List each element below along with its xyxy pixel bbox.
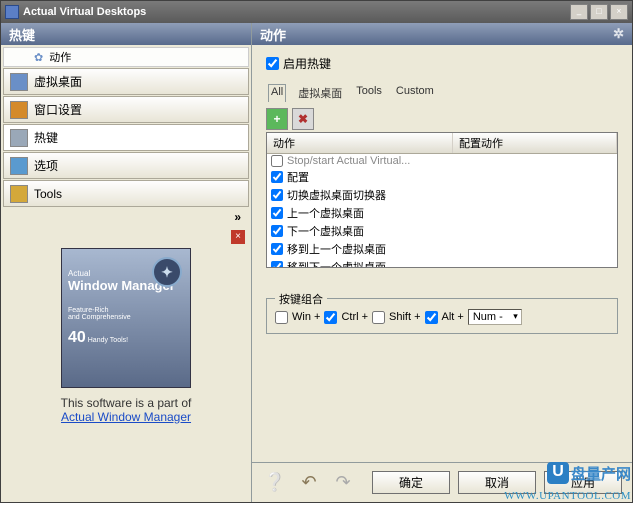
window-icon <box>10 101 28 119</box>
promo-link[interactable]: Actual Window Manager <box>61 410 191 424</box>
product-logo-icon: ✦ <box>152 257 182 287</box>
row-checkbox[interactable] <box>271 171 283 183</box>
window-title: Actual Virtual Desktops <box>23 6 146 18</box>
nav-sub-action[interactable]: ✿ 动作 <box>3 47 249 67</box>
win-checkbox[interactable] <box>275 311 288 324</box>
tab-virtual-desktop[interactable]: 虚拟桌面 <box>296 84 344 102</box>
table-toolbar: + ✖ <box>266 106 618 132</box>
close-button[interactable]: × <box>610 4 628 20</box>
row-checkbox[interactable] <box>271 189 283 201</box>
nav-label: 选项 <box>34 157 58 174</box>
row-checkbox[interactable] <box>271 261 283 268</box>
ctrl-checkbox[interactable] <box>324 311 337 324</box>
nav-label: Tools <box>34 187 62 201</box>
undo-icon[interactable]: ↶ <box>296 470 322 496</box>
shift-checkbox[interactable] <box>372 311 385 324</box>
table-row[interactable]: 移到上一个虚拟桌面 <box>267 240 617 258</box>
filter-tabs: All 虚拟桌面 Tools Custom <box>266 84 618 102</box>
table-row[interactable]: 移到下一个虚拟桌面 <box>267 258 617 268</box>
left-header: 热键 <box>1 23 251 45</box>
desktop-icon <box>10 73 28 91</box>
nav-item-tools[interactable]: Tools <box>3 180 249 207</box>
win-label: Win + <box>292 311 320 323</box>
row-label: 移到下一个虚拟桌面 <box>287 259 386 268</box>
watermark-url: WWW.UPANTOOL.COM <box>504 490 631 502</box>
ctrl-label: Ctrl + <box>341 311 368 323</box>
redo-icon[interactable]: ↷ <box>330 470 356 496</box>
table-row[interactable]: 配置 <box>267 168 617 186</box>
right-header: 动作 ✲ <box>252 23 632 45</box>
table-row[interactable]: 切换虚拟桌面切换器 <box>267 186 617 204</box>
help-icon[interactable]: ❔ <box>262 470 288 496</box>
watermark-text: 盘量产网 <box>571 463 631 484</box>
promo-num: 40 <box>68 329 86 346</box>
shift-label: Shift + <box>389 311 421 323</box>
table-body: Stop/start Actual Virtual... 配置切换虚拟桌面切换器上… <box>267 154 617 268</box>
row-label: 上一个虚拟桌面 <box>287 205 364 221</box>
app-window: Actual Virtual Desktops _ □ × 热键 ✿ 动作 虚拟… <box>0 0 633 503</box>
hotkey-icon <box>10 129 28 147</box>
right-header-title: 动作 <box>260 25 286 44</box>
table-row[interactable]: 下一个虚拟桌面 <box>267 222 617 240</box>
promo-tag: and Comprehensive <box>68 314 131 321</box>
row-label: 配置 <box>287 169 309 185</box>
left-panel: 热键 ✿ 动作 虚拟桌面 窗口设置 热键 选项 Tools » × ✦ Actu… <box>1 23 252 502</box>
watermark-logo-icon: U <box>547 462 569 484</box>
nav-label: 窗口设置 <box>34 101 82 118</box>
num-select[interactable]: Num - <box>468 309 522 325</box>
right-panel: 动作 ✲ 启用热键 All 虚拟桌面 Tools Custom + ✖ <box>252 23 632 502</box>
maximize-button[interactable]: □ <box>590 4 608 20</box>
nav-item-hotkeys[interactable]: 热键 <box>3 124 249 151</box>
col-config[interactable]: 配置动作 <box>453 133 617 153</box>
row-checkbox[interactable] <box>271 207 283 219</box>
col-action[interactable]: 动作 <box>267 133 453 153</box>
row-label: Stop/start Actual Virtual... <box>287 155 410 167</box>
row-label: 移到上一个虚拟桌面 <box>287 241 386 257</box>
promo-tag: Feature-Rich <box>68 307 108 314</box>
row-label: 切换虚拟桌面切换器 <box>287 187 386 203</box>
alt-checkbox[interactable] <box>425 311 438 324</box>
enable-hotkey-label: 启用热键 <box>283 55 331 72</box>
table-header: 动作 配置动作 <box>267 133 617 154</box>
enable-hotkey-input[interactable] <box>266 57 279 70</box>
nav-label: 虚拟桌面 <box>34 73 82 90</box>
promo-tag: Handy Tools! <box>88 337 128 344</box>
tab-custom[interactable]: Custom <box>394 84 436 102</box>
nav-sub-label: 动作 <box>49 49 71 65</box>
action-icon: ✿ <box>34 51 43 64</box>
titlebar[interactable]: Actual Virtual Desktops _ □ × <box>1 1 632 23</box>
nav-item-window-settings[interactable]: 窗口设置 <box>3 96 249 123</box>
gear-icon[interactable]: ✲ <box>613 26 624 42</box>
table-row[interactable]: Stop/start Actual Virtual... <box>267 154 617 168</box>
tab-all[interactable]: All <box>268 84 286 102</box>
watermark: U 盘量产网 <box>547 462 631 484</box>
tab-tools[interactable]: Tools <box>354 84 384 102</box>
promo-area: × ✦ Actual Window Manager Feature-Rich a… <box>1 228 251 502</box>
nav-item-virtual-desktop[interactable]: 虚拟桌面 <box>3 68 249 95</box>
key-combo-group: 按键组合 Win + Ctrl + Shift + Alt + Num - <box>266 298 618 334</box>
ok-button[interactable]: 确定 <box>372 471 450 494</box>
table-row[interactable]: 上一个虚拟桌面 <box>267 204 617 222</box>
row-checkbox[interactable] <box>271 243 283 255</box>
nav-item-options[interactable]: 选项 <box>3 152 249 179</box>
product-box: ✦ Actual Window Manager Feature-Rich and… <box>61 248 191 388</box>
tools-icon <box>10 185 28 203</box>
app-icon <box>5 5 19 19</box>
promo-close-button[interactable]: × <box>231 230 245 244</box>
minimize-button[interactable]: _ <box>570 4 588 20</box>
delete-button[interactable]: ✖ <box>292 108 314 130</box>
promo-text: This software is a part of <box>61 396 192 410</box>
group-title: 按键组合 <box>275 291 327 307</box>
alt-label: Alt + <box>442 311 464 323</box>
add-button[interactable]: + <box>266 108 288 130</box>
actions-table: 动作 配置动作 Stop/start Actual Virtual... 配置切换… <box>266 132 618 268</box>
nav-list: ✿ 动作 虚拟桌面 窗口设置 热键 选项 Tools » <box>1 45 251 228</box>
enable-hotkey-checkbox[interactable]: 启用热键 <box>266 55 618 72</box>
row-label: 下一个虚拟桌面 <box>287 223 364 239</box>
row-checkbox[interactable] <box>271 225 283 237</box>
options-icon <box>10 157 28 175</box>
expand-toggle[interactable]: » <box>3 208 249 226</box>
nav-label: 热键 <box>34 129 58 146</box>
row-checkbox[interactable] <box>271 155 283 167</box>
